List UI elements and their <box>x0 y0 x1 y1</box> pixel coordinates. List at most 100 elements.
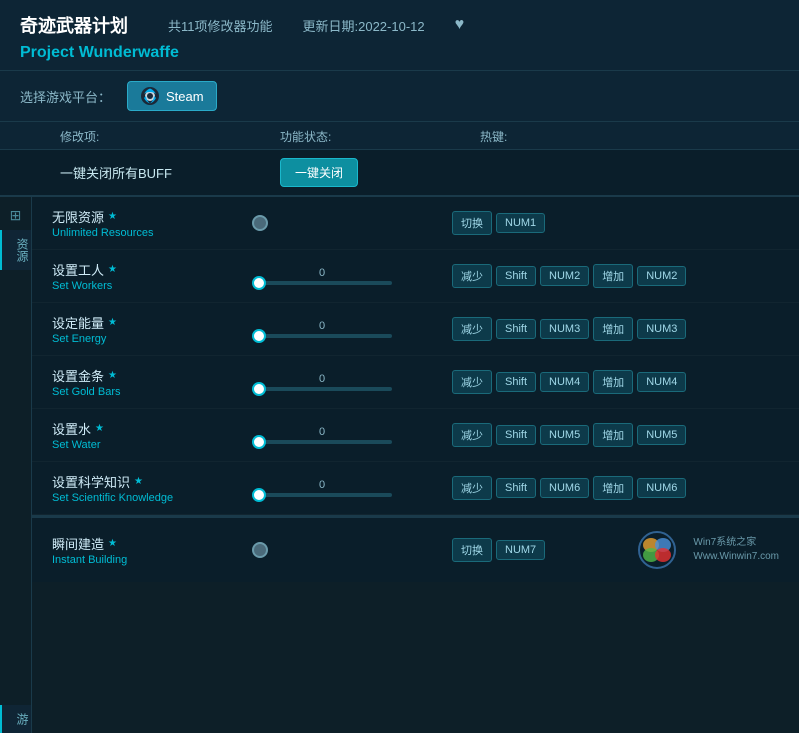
hk-btn-2-3[interactable]: 增加 <box>593 317 633 341</box>
hk-btn-4-2[interactable]: NUM5 <box>540 425 589 445</box>
hk-btn-2-0[interactable]: 减少 <box>452 317 492 341</box>
game-section: 瞬间建造 ★ Instant Building 切换 NUM7 <box>32 516 799 582</box>
toggle-circle-bottom[interactable] <box>252 542 268 558</box>
one-key-button[interactable]: 一键关闭 <box>280 158 358 187</box>
mod-control-1: 0 <box>252 267 452 285</box>
hotkey-col-2: 减少 Shift NUM3 增加 NUM3 <box>452 317 779 341</box>
hk-btn-4-1[interactable]: Shift <box>496 425 536 445</box>
hk-btn-3-4[interactable]: NUM4 <box>637 372 686 392</box>
platform-row: 选择游戏平台： Steam <box>0 71 799 122</box>
hotkey-col-3: 减少 Shift NUM4 增加 NUM4 <box>452 370 779 394</box>
star-icon-0: ★ <box>108 211 117 222</box>
toggle-circle-0[interactable] <box>252 215 268 231</box>
meta-date: 更新日期:2022-10-12 <box>303 16 425 35</box>
slider-thumb-3[interactable] <box>252 382 266 396</box>
heart-icon[interactable]: ♥ <box>455 16 465 34</box>
slider-thumb-1[interactable] <box>252 276 266 290</box>
col-mod-header: 修改项: <box>60 128 280 145</box>
main-content: ⊞ 资源 游 无限资源 ★ Unlimited Resources <box>0 197 799 733</box>
hk-btn-1-2[interactable]: NUM2 <box>540 266 589 286</box>
column-headers: 修改项: 功能状态: 热键: <box>0 122 799 150</box>
hotkey-col-5: 减少 Shift NUM6 增加 NUM6 <box>452 476 779 500</box>
hk-btn-3-1[interactable]: Shift <box>496 372 536 392</box>
win7-icon <box>635 530 679 570</box>
mod-name-cn-5: 设置科学知识 ★ <box>52 472 252 491</box>
mod-name-col: 设置金条 ★ Set Gold Bars <box>52 366 252 398</box>
mod-name-cn-1: 设置工人 ★ <box>52 260 252 279</box>
mod-name-en-0: Unlimited Resources <box>52 227 252 239</box>
table-row: 设置金条 ★ Set Gold Bars 0 <box>32 356 799 409</box>
mod-name-en-4: Set Water <box>52 439 252 451</box>
hk-btn-bottom-0[interactable]: 切换 <box>452 538 492 562</box>
hk-btn-3-0[interactable]: 减少 <box>452 370 492 394</box>
hk-btn-5-2[interactable]: NUM6 <box>540 478 589 498</box>
hk-btn-5-0[interactable]: 减少 <box>452 476 492 500</box>
hk-btn-5-1[interactable]: Shift <box>496 478 536 498</box>
hk-btn-0-1[interactable]: NUM1 <box>496 213 545 233</box>
one-key-label: 一键关闭所有BUFF <box>60 163 280 182</box>
sidebar-section-game[interactable]: 游 <box>0 705 31 733</box>
slider-thumb-2[interactable] <box>252 329 266 343</box>
sidebar-section-resources[interactable]: 资源 <box>0 230 31 270</box>
hk-btn-4-3[interactable]: 增加 <box>593 423 633 447</box>
steam-button[interactable]: Steam <box>127 81 217 111</box>
mod-control-2: 0 <box>252 320 452 338</box>
star-icon-1: ★ <box>108 264 117 275</box>
hk-btn-4-4[interactable]: NUM5 <box>637 425 686 445</box>
hk-btn-1-4[interactable]: NUM2 <box>637 266 686 286</box>
watermark-text: Win7系统之家 Www.Winwin7.com <box>693 536 779 564</box>
star-icon-4: ★ <box>95 423 104 434</box>
star-icon-5: ★ <box>134 476 143 487</box>
slider-track-2 <box>252 334 392 338</box>
one-key-status: 一键关闭 <box>280 158 480 187</box>
hk-btn-2-2[interactable]: NUM3 <box>540 319 589 339</box>
star-icon-3: ★ <box>108 370 117 381</box>
slider-value-3: 0 <box>252 373 392 385</box>
platform-label: 选择游戏平台： <box>20 87 111 106</box>
mod-name-cn-0: 无限资源 ★ <box>52 207 252 226</box>
mod-name-en-5: Set Scientific Knowledge <box>52 492 252 504</box>
sidebar: ⊞ 资源 游 <box>0 197 32 733</box>
hk-btn-2-1[interactable]: Shift <box>496 319 536 339</box>
table-row: 设置工人 ★ Set Workers 0 <box>32 250 799 303</box>
slider-wrapper-5: 0 <box>252 479 392 497</box>
watermark-area: Win7系统之家 Www.Winwin7.com <box>635 530 779 570</box>
table-row: 瞬间建造 ★ Instant Building 切换 NUM7 <box>32 518 799 582</box>
hk-btn-3-3[interactable]: 增加 <box>593 370 633 394</box>
hk-btn-4-0[interactable]: 减少 <box>452 423 492 447</box>
mod-control-3: 0 <box>252 373 452 391</box>
hk-btn-1-0[interactable]: 减少 <box>452 264 492 288</box>
hk-btn-5-4[interactable]: NUM6 <box>637 478 686 498</box>
mod-control-bottom <box>252 542 452 558</box>
slider-value-5: 0 <box>252 479 392 491</box>
hk-btn-0-0[interactable]: 切换 <box>452 211 492 235</box>
header-top: 奇迹武器计划 共11项修改器功能 更新日期:2022-10-12 ♥ <box>20 12 779 38</box>
hotkey-col-0: 切换 NUM1 <box>452 211 779 235</box>
hk-btn-1-3[interactable]: 增加 <box>593 264 633 288</box>
col-hotkey-header: 热键: <box>480 128 779 145</box>
hk-btn-2-4[interactable]: NUM3 <box>637 319 686 339</box>
slider-wrapper-4: 0 <box>252 426 392 444</box>
hk-btn-bottom-1[interactable]: NUM7 <box>496 540 545 560</box>
app-container: 奇迹武器计划 共11项修改器功能 更新日期:2022-10-12 ♥ Proje… <box>0 0 799 733</box>
sidebar-icon-top: ⊞ <box>10 207 22 224</box>
hk-btn-3-2[interactable]: NUM4 <box>540 372 589 392</box>
mod-name-cn-bottom: 瞬间建造 ★ <box>52 534 252 553</box>
table-row: 设置水 ★ Set Water 0 <box>32 409 799 462</box>
mod-name-col: 设置水 ★ Set Water <box>52 419 252 451</box>
hotkey-col-4: 减少 Shift NUM5 增加 NUM5 <box>452 423 779 447</box>
resources-section: 无限资源 ★ Unlimited Resources 切换 NUM1 <box>32 197 799 516</box>
slider-thumb-5[interactable] <box>252 488 266 502</box>
watermark-line2: Www.Winwin7.com <box>693 550 779 564</box>
hk-btn-5-3[interactable]: 增加 <box>593 476 633 500</box>
hotkey-col-1: 减少 Shift NUM2 增加 NUM2 <box>452 264 779 288</box>
slider-thumb-4[interactable] <box>252 435 266 449</box>
slider-track-1 <box>252 281 392 285</box>
slider-wrapper-3: 0 <box>252 373 392 391</box>
mod-name-col: 设置工人 ★ Set Workers <box>52 260 252 292</box>
hk-btn-1-1[interactable]: Shift <box>496 266 536 286</box>
star-icon-2: ★ <box>108 317 117 328</box>
mod-name-cn-3: 设置金条 ★ <box>52 366 252 385</box>
modifiers-area: 无限资源 ★ Unlimited Resources 切换 NUM1 <box>32 197 799 733</box>
col-status-header: 功能状态: <box>280 128 480 145</box>
